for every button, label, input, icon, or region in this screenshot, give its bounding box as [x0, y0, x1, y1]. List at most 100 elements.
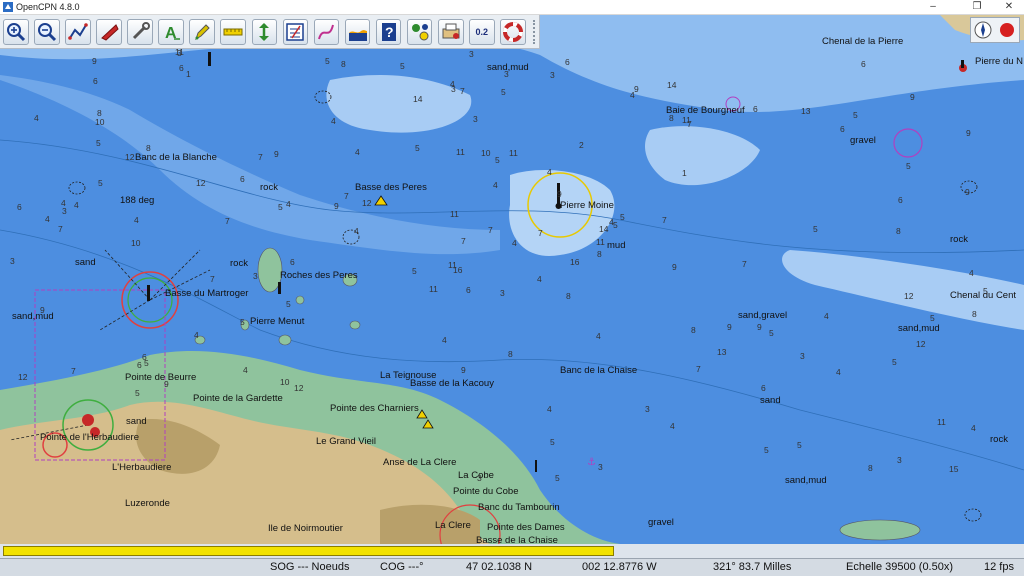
depth-sounding: 4: [547, 404, 552, 414]
zoom-out-button[interactable]: [34, 18, 60, 45]
chart-label: Pointe de la Gardette: [193, 393, 283, 404]
man-overboard-button[interactable]: [500, 18, 526, 45]
marks-button[interactable]: [406, 18, 433, 45]
main-toolbar: A ? 0.2: [0, 15, 540, 49]
depth-sounding: 4: [354, 226, 359, 236]
chart-label: Pointe des Dames: [487, 522, 565, 533]
restore-button[interactable]: ❐: [962, 0, 992, 14]
ruler-button[interactable]: [220, 18, 247, 45]
close-button[interactable]: ✕: [994, 0, 1024, 14]
depth-sounding: 8: [972, 309, 977, 319]
depth-sounding: 9: [92, 56, 97, 66]
depth-sounding: 4: [74, 200, 79, 210]
depth-sounding: 7: [461, 236, 466, 246]
nautical-chart[interactable]: ⚓ Chenal de la Pierre Pierre du N Baie de …: [0, 15, 1024, 544]
depth-sounding: 6: [565, 57, 570, 67]
tide-button[interactable]: [344, 18, 371, 45]
chart-label: 188 deg: [120, 195, 154, 206]
rock-islet: [295, 295, 305, 305]
depth-sounding: 5: [853, 110, 858, 120]
depth-sounding: 3: [598, 462, 603, 472]
depth-sounding: 5: [906, 161, 911, 171]
depth-sounding: 12: [916, 339, 926, 349]
depth-sounding: 4: [836, 367, 841, 377]
depth-sounding: 11: [448, 260, 457, 270]
pencil-icon: [195, 23, 210, 40]
depth-sounding: 12: [294, 383, 304, 393]
zoom-level-button[interactable]: 0.2: [468, 18, 495, 45]
depth-sounding: 5: [495, 155, 500, 165]
depth-sounding: 3: [473, 114, 478, 124]
chart-label: mud: [607, 240, 625, 251]
depth-sounding: 9: [757, 322, 762, 332]
depth-sounding: 13: [801, 106, 811, 116]
svg-text:?: ?: [385, 24, 394, 40]
route-icon: [68, 22, 88, 40]
depth-sounding: 7: [662, 215, 667, 225]
chart-label: gravel: [850, 135, 876, 146]
status-fps: 12 fps: [984, 561, 1014, 573]
depth-sounding: 6: [761, 383, 766, 393]
depth-sounding: 10: [481, 148, 491, 158]
depth-sounding: 4: [969, 268, 974, 278]
zoom-in-button[interactable]: [3, 18, 29, 45]
depth-sounding: 6: [898, 195, 903, 205]
depth-sounding: 3: [451, 84, 456, 94]
vertical-arrow-button[interactable]: [251, 18, 278, 45]
ais-button[interactable]: [96, 18, 122, 45]
depth-sounding: 5: [930, 313, 935, 323]
depth-sounding: 3: [645, 404, 650, 414]
depth-sounding: 9: [727, 322, 732, 332]
depth-sounding: 11: [429, 284, 438, 294]
depth-sounding: 5: [550, 437, 555, 447]
depth-sounding: 4: [630, 90, 635, 100]
depth-sounding: 10: [95, 117, 105, 127]
text-button[interactable]: A: [158, 18, 184, 45]
depth-sounding: 4: [971, 423, 976, 433]
depth-sounding: 5: [400, 61, 405, 71]
print-button[interactable]: [437, 18, 464, 45]
status-sog: SOG --- Noeuds: [270, 561, 350, 573]
route-button[interactable]: [65, 18, 91, 45]
depth-sounding: 5: [135, 388, 140, 398]
depth-sounding: 6: [240, 174, 245, 184]
chart-label: rock: [950, 234, 968, 245]
chart-label: Banc du Tambourin: [478, 502, 560, 513]
depth-sounding: 9: [40, 305, 45, 315]
compass-widget[interactable]: [970, 17, 1020, 43]
depth-sounding: 13: [717, 347, 727, 357]
route-manager-button[interactable]: [282, 18, 309, 45]
depth-sounding: 5: [555, 473, 560, 483]
chart-label: sand: [75, 257, 96, 268]
depth-sounding: 4: [45, 214, 50, 224]
chart-load-progress: [3, 546, 614, 556]
depth-sounding: 3: [897, 455, 902, 465]
help-button[interactable]: ?: [375, 18, 402, 45]
status-bar: SOG --- Noeuds COG ---° 47 02.1038 N 002…: [0, 558, 1024, 576]
print-icon: [442, 23, 460, 39]
chart-canvas[interactable]: ⚓ Chenal de la Pierre Pierre du N Baie de …: [0, 15, 1024, 544]
depth-sounding: 11: [937, 417, 946, 427]
pencil-button[interactable]: [189, 18, 216, 45]
depth-sounding: 14: [599, 224, 609, 234]
depth-sounding: 5: [797, 440, 802, 450]
depth-sounding: 12: [904, 291, 914, 301]
depth-sounding: 6: [93, 76, 98, 86]
settings-button[interactable]: [127, 18, 153, 45]
chart-label: Basse de la Chaise: [476, 535, 558, 544]
chart-label: L'Herbaudiere: [112, 462, 171, 473]
depth-sounding: 12: [196, 178, 206, 188]
minimize-button[interactable]: –: [918, 0, 948, 14]
depth-sounding: 6: [17, 202, 22, 212]
status-latitude: 47 02.1038 N: [466, 561, 533, 573]
track-button[interactable]: [313, 18, 340, 45]
window-title: OpenCPN 4.8.0: [16, 2, 80, 12]
zoom-in-icon: [6, 22, 25, 41]
toolbar-grip[interactable]: [533, 19, 539, 44]
depth-sounding: 4: [609, 217, 614, 227]
depth-sounding: 9: [634, 84, 639, 94]
depth-sounding: 5: [501, 87, 506, 97]
chart-label: sand,mud: [12, 311, 54, 322]
depth-sounding: 9: [557, 189, 562, 199]
track-icon: [318, 24, 335, 39]
